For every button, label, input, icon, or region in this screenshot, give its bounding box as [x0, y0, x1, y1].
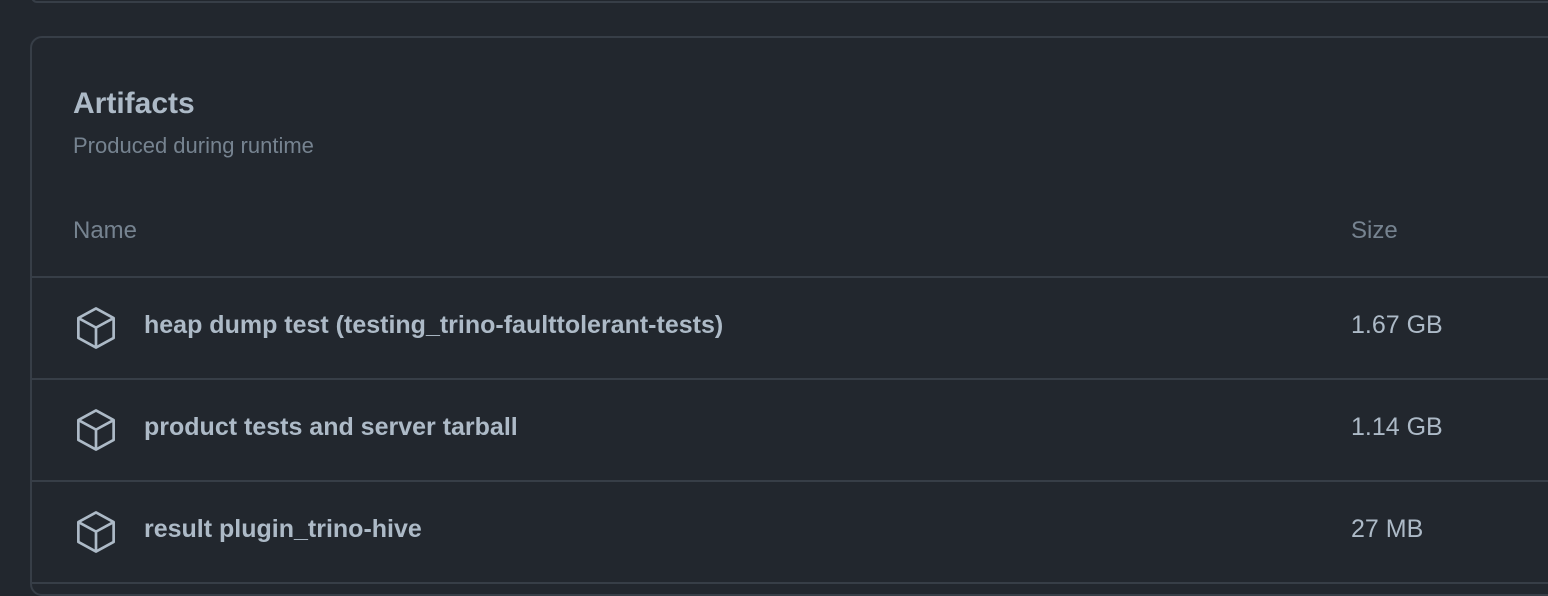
artifact-row[interactable]: product tests and server tarball 1.14 GB [32, 380, 1548, 482]
package-icon [77, 307, 115, 349]
package-icon [77, 409, 115, 451]
column-header-size: Size [1351, 217, 1398, 244]
artifact-size: 1.67 GB [1351, 311, 1443, 339]
artifact-row[interactable]: result plugin_trino-hive 27 MB [32, 482, 1548, 584]
artifacts-table-header: Name Size [32, 202, 1548, 278]
artifact-size: 1.14 GB [1351, 413, 1443, 441]
package-icon [77, 511, 115, 553]
artifact-row[interactable]: heap dump test (testing_trino-faulttoler… [32, 278, 1548, 380]
artifact-name-link[interactable]: heap dump test (testing_trino-faulttoler… [144, 311, 723, 340]
artifacts-subtitle: Produced during runtime [73, 133, 314, 158]
artifact-name-link[interactable]: product tests and server tarball [144, 413, 518, 442]
column-header-name: Name [73, 217, 138, 244]
artifacts-card: Artifacts Produced during runtime Name S… [30, 36, 1548, 596]
previous-section-card [31, 0, 1548, 3]
artifacts-title: Artifacts [73, 87, 195, 120]
